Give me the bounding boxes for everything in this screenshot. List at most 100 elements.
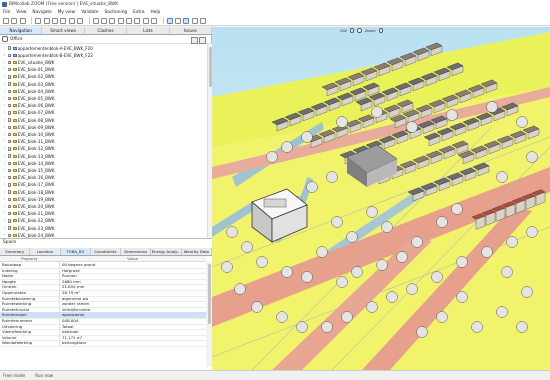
menu-my-view[interactable]: My view: [58, 10, 76, 15]
tree-item[interactable]: › ✓ EVE_blok-12_BWK: [4, 146, 55, 152]
zoom-label[interactable]: Zoom: [365, 28, 376, 33]
expand-arrow-icon[interactable]: ›: [4, 233, 7, 237]
tab-smart-views[interactable]: Smart views: [42, 27, 85, 34]
visibility-checkbox[interactable]: ✓: [8, 154, 12, 158]
collapse-all-icon[interactable]: [191, 37, 198, 44]
layout-panel-icon[interactable]: [166, 17, 173, 24]
expand-arrow-icon[interactable]: ›: [4, 197, 7, 201]
tree-item[interactable]: › ✓ EVE_blok-11_BWK: [4, 139, 55, 145]
gw-label[interactable]: GW: [340, 28, 347, 33]
visibility-checkbox[interactable]: ✓: [8, 75, 12, 79]
tab-energy-analysis[interactable]: Energy Analy...: [151, 248, 182, 255]
tree-item[interactable]: › ✓ EVE_blok-09_BWK: [4, 124, 55, 130]
tree-item[interactable]: › ✓ EVE_blok-19_BWK: [4, 196, 55, 202]
visibility-checkbox[interactable]: ✓: [8, 89, 12, 94]
expand-arrow-icon[interactable]: ›: [4, 103, 7, 107]
tab-toba-b3[interactable]: TOBA_B3: [60, 248, 91, 255]
tree-item[interactable]: › ✓ EVE_blok-17_BWK: [4, 182, 55, 188]
tab-identity-data[interactable]: Identity Data: [182, 248, 212, 255]
tab-navigation[interactable]: Navigation: [0, 27, 43, 34]
home-view-icon[interactable]: [51, 17, 58, 24]
tree-item[interactable]: › ✓ EVE_blok-13_BWK: [4, 153, 55, 159]
tree-item[interactable]: › ✓ appartementenblok-A-EVE_BWK_F20: [4, 45, 93, 51]
expand-arrow-icon[interactable]: ›: [4, 75, 7, 79]
expand-arrow-icon[interactable]: ›: [4, 96, 7, 100]
visibility-checkbox[interactable]: ✓: [8, 103, 12, 108]
tab-summary[interactable]: Summary: [0, 248, 31, 255]
measure-icon[interactable]: [126, 17, 133, 24]
expand-arrow-icon[interactable]: ›: [4, 82, 7, 86]
tree-item[interactable]: › ✓ EVE_blok-07_BWK: [4, 110, 55, 116]
tree-item[interactable]: › ✓ EVE_blok-22_BWK: [4, 218, 55, 224]
menu-navigate[interactable]: Navigate: [32, 10, 51, 15]
eye-icon[interactable]: [357, 28, 362, 33]
visibility-checkbox[interactable]: ✓: [8, 139, 12, 144]
3d-viewport[interactable]: GW Zoom: [212, 27, 550, 370]
status-run[interactable]: Run now: [35, 373, 53, 378]
redo-icon[interactable]: [43, 17, 50, 24]
expand-arrow-icon[interactable]: ›: [4, 219, 7, 223]
tree-item[interactable]: › ✓ EVE_blok-21_BWK: [4, 211, 55, 217]
tree-item[interactable]: › ✓ appartementenblok-B-EVE_BWK_F22: [4, 52, 93, 58]
open-file-icon[interactable]: [3, 17, 9, 24]
expand-arrow-icon[interactable]: ›: [4, 111, 7, 115]
tree-item[interactable]: › ✓ EVE_blok-08_BWK: [4, 117, 55, 123]
tree-item[interactable]: › ✓ EVE_blok-06_BWK: [4, 103, 55, 109]
visibility-checkbox[interactable]: ✓: [8, 118, 12, 122]
visibility-checkbox[interactable]: ✓: [8, 226, 12, 230]
tree-item[interactable]: › ✓ EVE_blok-14_BWK: [4, 160, 55, 166]
expand-arrow-icon[interactable]: ›: [4, 204, 7, 208]
expand-arrow-icon[interactable]: ›: [4, 183, 7, 187]
save-icon[interactable]: [11, 17, 18, 24]
expand-arrow-icon[interactable]: ›: [4, 67, 7, 71]
visibility-checkbox[interactable]: ✓: [8, 60, 12, 65]
tree-item[interactable]: › ✓ EVE_blok-16_BWK: [4, 175, 55, 181]
expand-arrow-icon[interactable]: ›: [4, 190, 7, 194]
visibility-checkbox[interactable]: ✓: [8, 46, 12, 50]
tab-location[interactable]: Location: [30, 248, 61, 255]
visibility-checkbox[interactable]: ✓: [8, 111, 12, 115]
menu-extra[interactable]: Extra: [133, 10, 144, 15]
front-view-icon[interactable]: [68, 17, 75, 24]
layout-3d-icon[interactable]: [183, 17, 190, 24]
expand-arrow-icon[interactable]: ›: [4, 175, 7, 179]
layout-split-icon[interactable]: [175, 17, 182, 24]
visibility-checkbox[interactable]: ✓: [8, 125, 12, 130]
settings-icon[interactable]: [378, 28, 384, 33]
tree-root-label[interactable]: Office: [10, 37, 23, 42]
top-view-icon[interactable]: [60, 17, 67, 24]
tree-item[interactable]: › ✓ EVE_blok-10_BWK: [4, 131, 55, 137]
tree-item[interactable]: › ✓ EVE_blok-20_BWK: [4, 203, 55, 209]
menu-validate[interactable]: Validate: [81, 10, 98, 15]
column-property[interactable]: Property: [0, 256, 59, 261]
xray-icon[interactable]: [134, 17, 141, 24]
visibility-checkbox[interactable]: ✓: [8, 183, 12, 187]
tree-item[interactable]: › ✓ EVE_blok-23_BWK: [4, 225, 55, 231]
tree-item[interactable]: › ✓ EVE_situatie_BWK: [4, 59, 54, 65]
tab-clashes[interactable]: Clashes: [85, 27, 128, 34]
expand-arrow-icon[interactable]: ›: [4, 161, 7, 165]
visibility-checkbox[interactable]: ✓: [8, 132, 12, 137]
expand-arrow-icon[interactable]: ›: [4, 147, 7, 151]
expand-arrow-icon[interactable]: ›: [4, 154, 7, 158]
tree-item[interactable]: › ✓ EVE_blok-18_BWK: [4, 189, 55, 195]
tree-item[interactable]: › ✓ EVE_blok-15_BWK: [4, 167, 55, 173]
expand-arrow-icon[interactable]: ›: [4, 226, 7, 230]
walk-mode-icon[interactable]: [92, 17, 99, 24]
screenshot-icon[interactable]: [200, 17, 207, 24]
scrollbar-thumb[interactable]: [207, 264, 211, 324]
menu-sectioning[interactable]: Sectioning: [105, 10, 128, 15]
visibility-checkbox[interactable]: ✓: [8, 147, 12, 151]
hide-icon[interactable]: [142, 17, 149, 24]
expand-arrow-icon[interactable]: ›: [4, 211, 7, 215]
expand-arrow-icon[interactable]: ›: [4, 89, 7, 93]
column-value[interactable]: Value: [59, 256, 206, 261]
orbit-icon[interactable]: [100, 17, 107, 24]
visibility-checkbox[interactable]: ✓: [8, 161, 12, 166]
filter-icon[interactable]: [199, 37, 206, 44]
visibility-checkbox[interactable]: ✓: [8, 96, 12, 101]
visibility-checkbox[interactable]: ✓: [8, 197, 12, 202]
3d-model-view[interactable]: [212, 27, 550, 370]
visibility-checkbox[interactable]: ✓: [8, 82, 12, 86]
expand-arrow-icon[interactable]: ›: [4, 60, 7, 64]
